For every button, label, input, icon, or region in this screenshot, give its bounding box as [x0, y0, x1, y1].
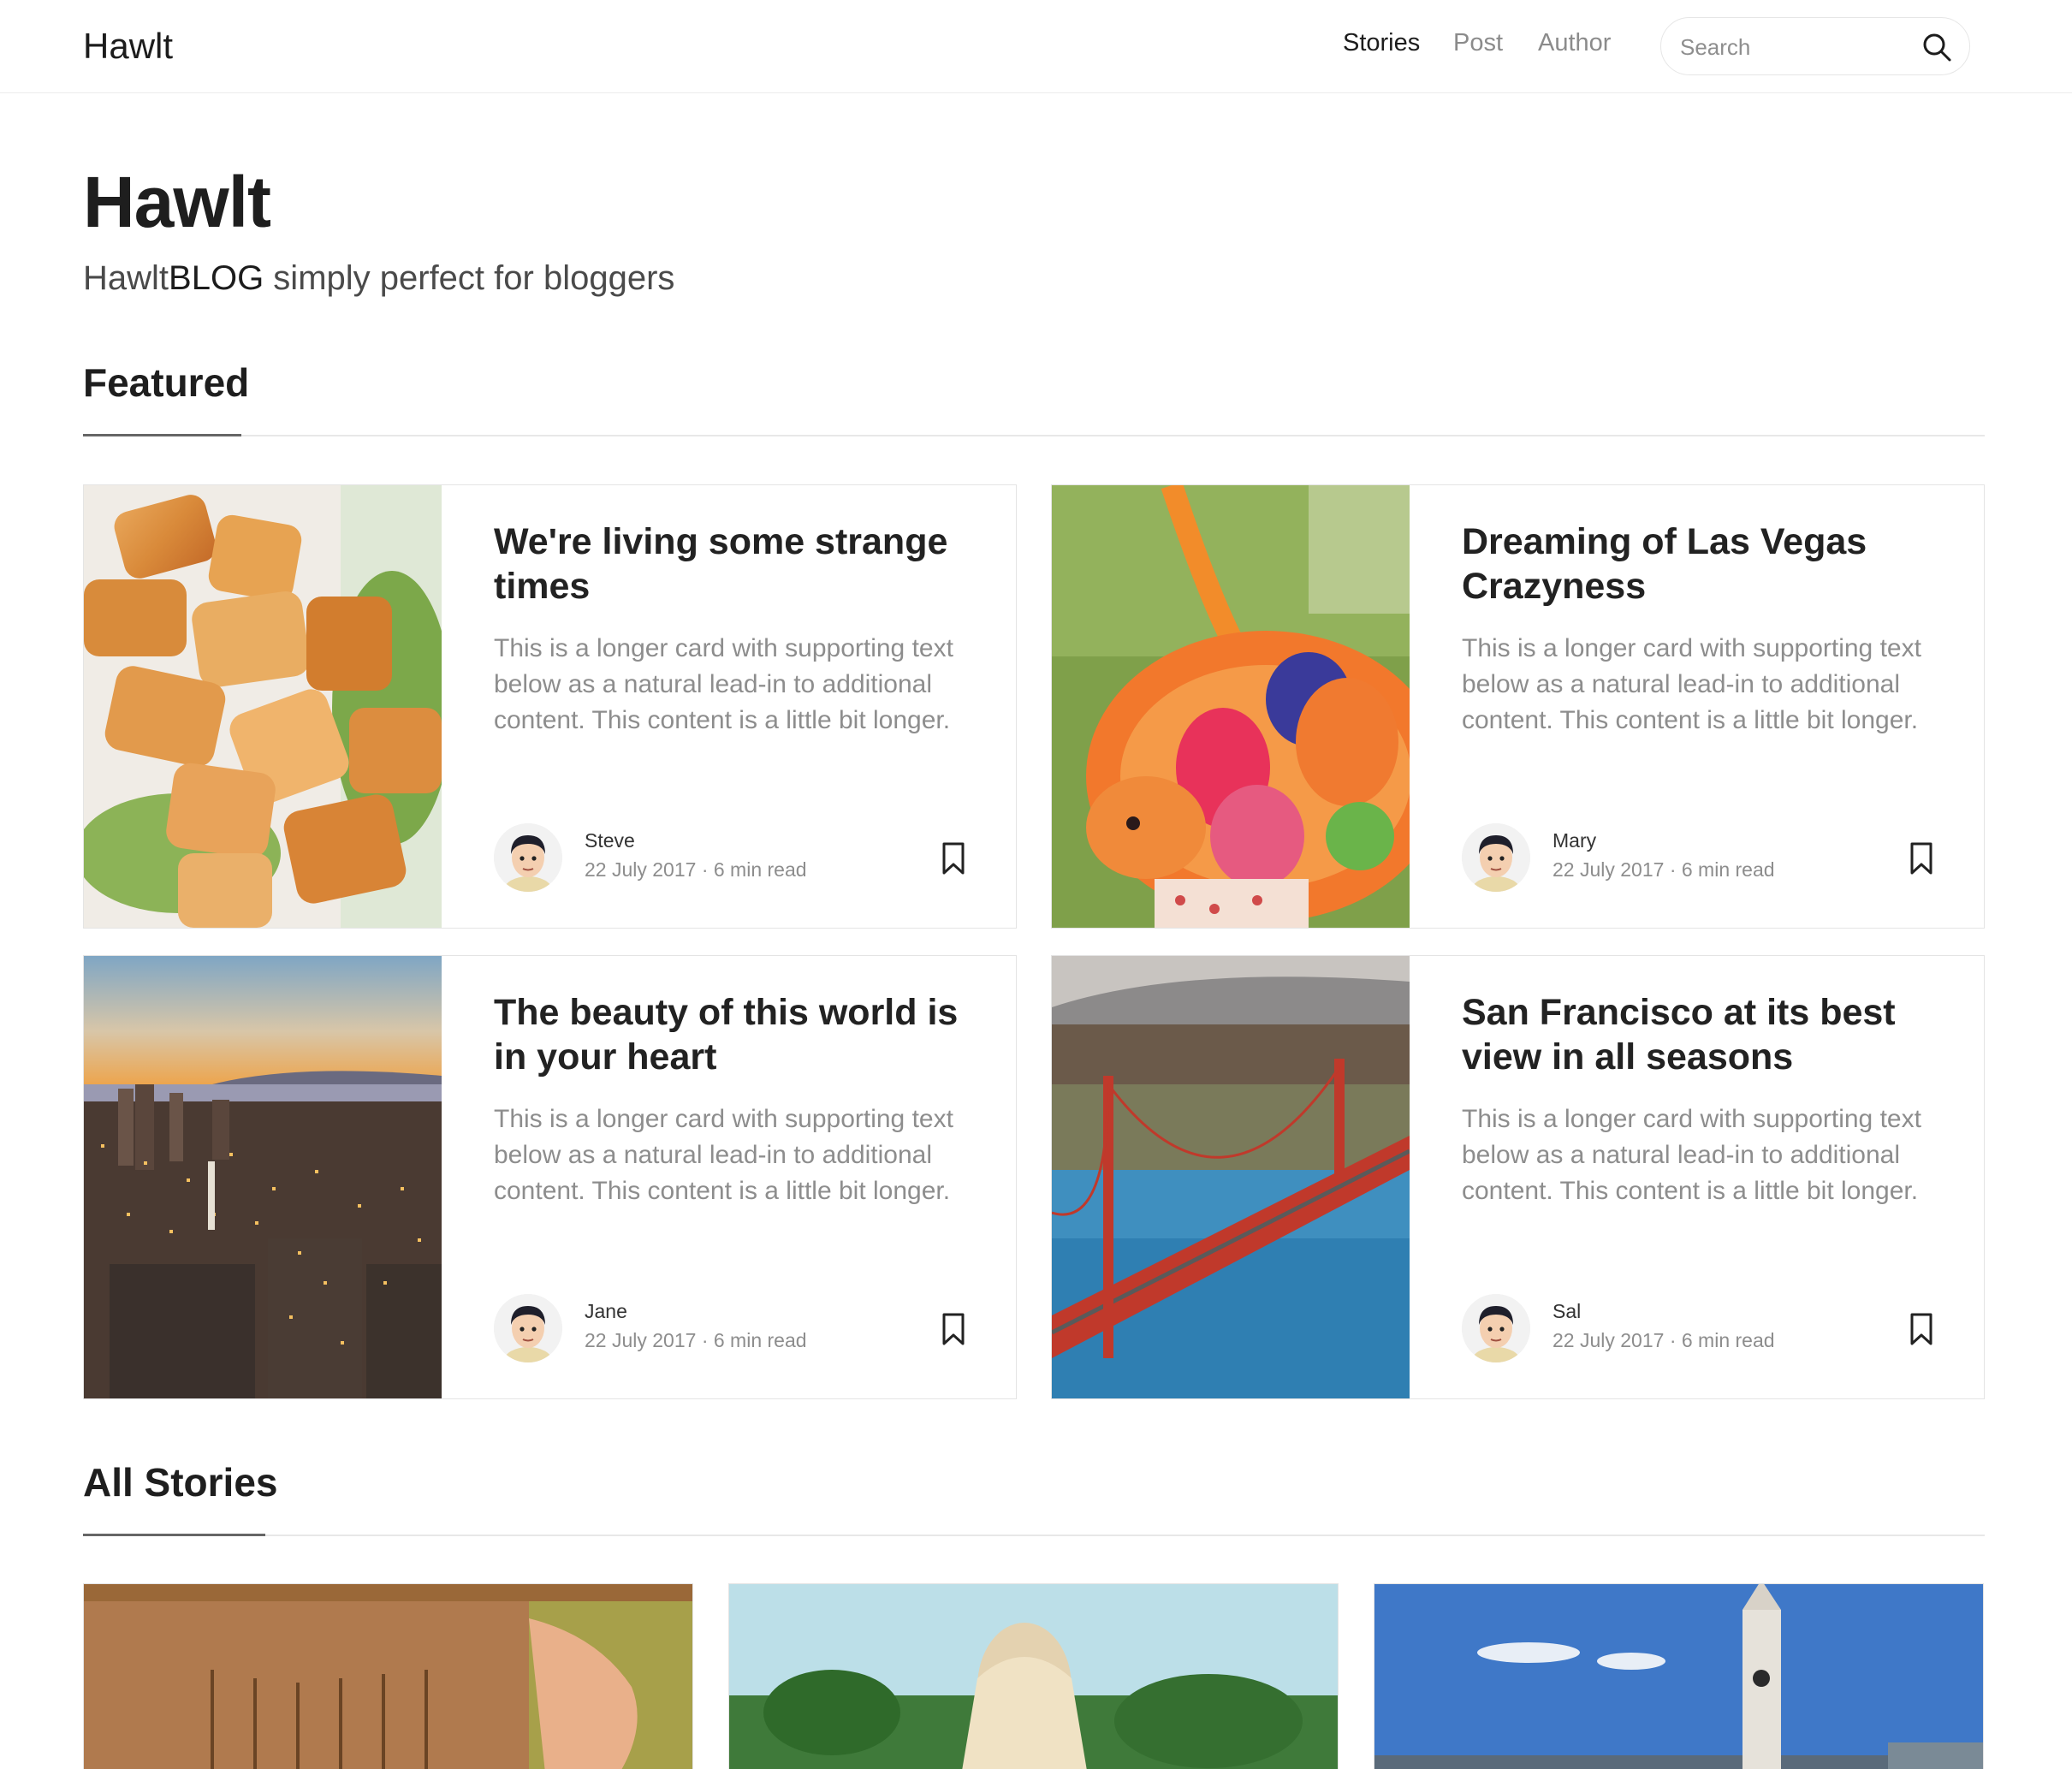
- card-text: This is a longer card with supporting te…: [494, 1105, 953, 1205]
- featured-divider-accent: [83, 434, 241, 436]
- search-box: [1660, 17, 1970, 75]
- subtitle-end: simply perfect for bloggers: [264, 259, 675, 297]
- search-icon[interactable]: [1921, 32, 1952, 62]
- card-text: This is a longer card with supporting te…: [494, 634, 953, 734]
- all-stories-divider-accent: [83, 1534, 265, 1536]
- card-author[interactable]: Sal: [1553, 1300, 1581, 1323]
- nav-link-author[interactable]: Author: [1538, 29, 1611, 57]
- featured-card[interactable]: Dreaming of Las Vegas Crazyness This is …: [1051, 484, 1985, 929]
- page-title: Hawlt: [83, 162, 271, 242]
- all-stories-divider: [83, 1535, 1985, 1536]
- brand-logo-link[interactable]: Hawlt: [83, 26, 173, 67]
- card-meta: 22 July 2017 · 6 min read: [585, 1329, 807, 1351]
- top-navbar: Hawlt Stories Post Author: [0, 0, 2072, 93]
- story-card[interactable]: [83, 1583, 693, 1769]
- card-title[interactable]: San Francisco at its best view in all se…: [1462, 990, 1958, 1079]
- search-input[interactable]: [1680, 30, 1903, 64]
- card-text: This is a longer card with supporting te…: [1462, 634, 1921, 734]
- card-title[interactable]: The beauty of this world is in your hear…: [494, 990, 990, 1079]
- card-image-food[interactable]: [84, 485, 442, 928]
- featured-heading: Featured: [83, 360, 250, 405]
- avatar: [1462, 823, 1530, 892]
- card-meta: 22 July 2017 · 6 min read: [1553, 1329, 1775, 1351]
- page-subtitle: HawltBLOG simply perfect for bloggers: [83, 259, 674, 298]
- card-image-bridge[interactable]: [1052, 956, 1410, 1398]
- card-image-easter[interactable]: [1052, 485, 1410, 928]
- card-text: This is a longer card with supporting te…: [1462, 1105, 1921, 1205]
- featured-card[interactable]: San Francisco at its best view in all se…: [1051, 955, 1985, 1399]
- nav-link-stories[interactable]: Stories: [1343, 29, 1420, 57]
- story-image-fringe[interactable]: [84, 1584, 692, 1769]
- featured-card[interactable]: We're living some strange times This is …: [83, 484, 1017, 929]
- bookmark-icon[interactable]: [940, 1312, 967, 1346]
- subtitle-bold: BLOG: [169, 259, 264, 297]
- card-author[interactable]: Mary: [1553, 829, 1596, 852]
- bookmark-icon[interactable]: [940, 841, 967, 876]
- story-image-clock-tower[interactable]: [1374, 1584, 1983, 1769]
- bookmark-icon[interactable]: [1908, 841, 1935, 876]
- all-stories-heading: All Stories: [83, 1460, 278, 1505]
- avatar: [494, 1294, 562, 1362]
- card-meta: 22 July 2017 · 6 min read: [585, 858, 807, 881]
- card-meta: 22 July 2017 · 6 min read: [1553, 858, 1775, 881]
- avatar: [1462, 1294, 1530, 1362]
- nav-link-post[interactable]: Post: [1453, 29, 1503, 57]
- avatar: [494, 823, 562, 892]
- story-image-woman[interactable]: [729, 1584, 1338, 1769]
- bookmark-icon[interactable]: [1908, 1312, 1935, 1346]
- subtitle-start: Hawlt: [83, 259, 169, 297]
- card-title[interactable]: We're living some strange times: [494, 519, 990, 608]
- story-card[interactable]: [1374, 1583, 1984, 1769]
- featured-divider: [83, 435, 1985, 436]
- story-card[interactable]: [728, 1583, 1339, 1769]
- card-image-city[interactable]: [84, 956, 442, 1398]
- card-title[interactable]: Dreaming of Las Vegas Crazyness: [1462, 519, 1958, 608]
- card-author[interactable]: Steve: [585, 829, 635, 852]
- card-author[interactable]: Jane: [585, 1300, 627, 1323]
- featured-card[interactable]: The beauty of this world is in your hear…: [83, 955, 1017, 1399]
